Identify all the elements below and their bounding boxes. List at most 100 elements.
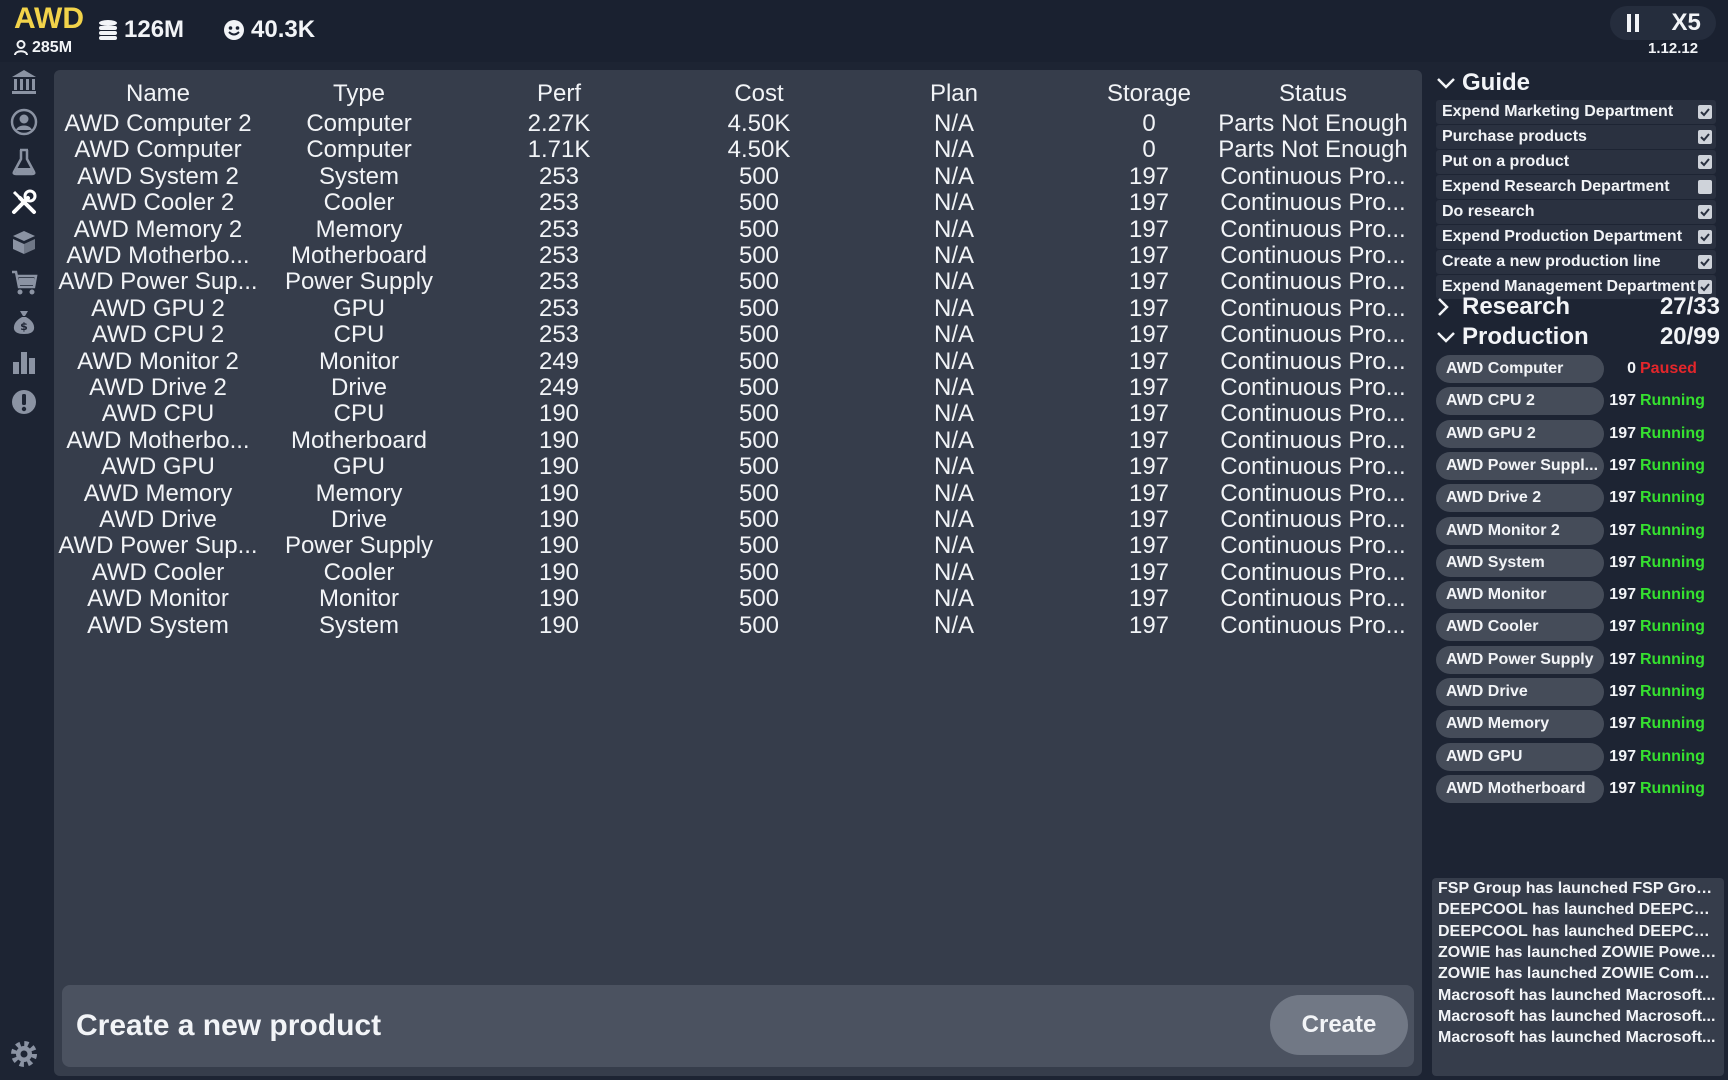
user-icon[interactable] (10, 108, 38, 136)
cell-name: AWD CPU (101, 400, 215, 428)
table-row[interactable]: AWD Monitor 2 Monitor 249 500 N/A 197 Continuo… (54, 348, 1422, 377)
production-line[interactable]: AWD Drive 2 197 Running (1436, 484, 1722, 513)
bank-icon[interactable] (10, 68, 38, 96)
cell-perf: 253 (538, 294, 580, 322)
header-storage[interactable]: Storage (1074, 80, 1224, 108)
nav-inventory[interactable] (8, 226, 40, 258)
alert-icon[interactable] (10, 388, 38, 416)
production-line[interactable]: AWD GPU 2 197 Running (1436, 419, 1722, 448)
production-line[interactable]: AWD CPU 2 197 Running (1436, 387, 1722, 416)
nav-bank[interactable] (8, 66, 40, 98)
production-line-status: Running (1640, 456, 1705, 474)
cell-status: Continuous Pro... (1220, 479, 1406, 507)
table-row[interactable]: AWD GPU GPU 190 500 N/A 197 Continuous Pro... (54, 453, 1422, 482)
table-row[interactable]: AWD Cooler Cooler 190 500 N/A 197 Continuous P… (54, 559, 1422, 588)
table-row[interactable]: AWD CPU CPU 190 500 N/A 197 Continuous Pro... (54, 400, 1422, 429)
table-row[interactable]: AWD Power Sup... Power Supply 253 500 N/A 197… (54, 268, 1422, 297)
cell-storage: 197 (1128, 585, 1170, 613)
create-button[interactable]: Create (1270, 995, 1408, 1055)
cell-status: Continuous Pro... (1220, 585, 1406, 613)
nav-alerts[interactable] (8, 386, 40, 418)
cell-storage: 197 (1128, 479, 1170, 507)
production-line-count: 197 (1609, 521, 1636, 539)
nav-finance[interactable]: $ (8, 306, 40, 338)
table-row[interactable]: AWD Computer 2 Computer 2.27K 4.50K N/A 0 Part… (54, 110, 1422, 139)
table-row[interactable]: AWD Drive Drive 190 500 N/A 197 Continuous Pro… (54, 506, 1422, 535)
table-row[interactable]: AWD System System 190 500 N/A 197 Continuous P… (54, 612, 1422, 641)
nav-user[interactable] (8, 106, 40, 138)
production-line[interactable]: AWD Motherboard 197 Running (1436, 774, 1722, 803)
table-row[interactable]: AWD Cooler 2 Cooler 253 500 N/A 197 Continuous… (54, 189, 1422, 218)
create-product-title: Create a new product (76, 1009, 382, 1042)
header-name[interactable]: Name (56, 80, 260, 108)
production-line[interactable]: AWD Power Supply 197 Running (1436, 645, 1722, 674)
production-line-name: AWD Power Suppl... (1436, 451, 1604, 480)
table-row[interactable]: AWD Motherbo... Motherboard 253 500 N/A 197 Co… (54, 242, 1422, 271)
production-line[interactable]: AWD Cooler 197 Running (1436, 613, 1722, 642)
cell-cost: 500 (738, 242, 780, 269)
production-line[interactable]: AWD Monitor 2 197 Running (1436, 516, 1722, 545)
header-status[interactable]: Status (1216, 80, 1410, 108)
cell-cost: 500 (738, 532, 780, 560)
table-row[interactable]: AWD Memory Memory 190 500 N/A 197 Continuous P… (54, 480, 1422, 509)
cell-plan: N/A (933, 242, 974, 269)
table-row[interactable]: AWD Computer Computer 1.71K 4.50K N/A 0 Parts … (54, 136, 1422, 165)
table-row[interactable]: AWD Power Sup... Power Supply 190 500 N/A 197… (54, 532, 1422, 561)
coins-icon (99, 20, 117, 40)
nav-research[interactable] (8, 146, 40, 178)
cell-storage: 197 (1128, 189, 1170, 217)
table-row[interactable]: AWD Memory 2 Memory 253 500 N/A 197 Continuous… (54, 216, 1422, 245)
table-row[interactable]: AWD Motherbo... Motherboard 190 500 N/A 197 Co… (54, 427, 1422, 456)
speed-control[interactable]: X5 (1610, 6, 1716, 40)
production-line[interactable]: AWD System 197 Running (1436, 548, 1722, 577)
production-line[interactable]: AWD Drive 197 Running (1436, 678, 1722, 706)
nav-stats[interactable] (8, 346, 40, 378)
news-item: ZOWIE has launched ZOWIE Compu... (1438, 965, 1718, 983)
production-line-status: Running (1640, 424, 1705, 442)
money-bag-icon[interactable]: $ (10, 308, 38, 336)
cell-status: Continuous Pro... (1220, 374, 1406, 401)
production-line[interactable]: AWD GPU 197 Running (1436, 742, 1722, 771)
production-line[interactable]: AWD Memory 197 Running (1436, 710, 1722, 739)
production-line-name: AWD Drive 2 (1436, 484, 1604, 513)
news-item: FSP Group has launched FSP Group... (1438, 880, 1718, 897)
table-row[interactable]: AWD System 2 System 253 500 N/A 197 Continuous… (54, 163, 1422, 192)
cell-perf: 190 (538, 611, 580, 639)
header-type[interactable]: Type (264, 80, 454, 108)
production-line[interactable]: AWD Monitor 197 Running (1436, 581, 1722, 610)
header-perf[interactable]: Perf (484, 80, 634, 108)
tools-icon[interactable] (10, 188, 38, 216)
table-header: Name Type Perf Cost Plan Storage Status (54, 80, 1422, 110)
table-row[interactable]: AWD CPU 2 CPU 253 500 N/A 197 Continuous Pro..… (54, 321, 1422, 350)
settings-button[interactable] (8, 1038, 40, 1070)
production-line-name: AWD Cooler (1436, 613, 1604, 642)
nav-production[interactable] (8, 186, 40, 218)
chart-icon[interactable] (10, 348, 38, 376)
cell-status: Parts Not Enough (1218, 136, 1408, 164)
cell-plan: N/A (933, 479, 974, 507)
header-cost[interactable]: Cost (684, 80, 834, 108)
smiley-icon (224, 20, 244, 40)
table-row[interactable]: AWD Drive 2 Drive 249 500 N/A 197 Continuous P… (54, 374, 1422, 403)
cell-plan: N/A (933, 136, 974, 164)
cell-name: AWD Monitor 2 (77, 347, 239, 375)
cell-plan: N/A (933, 110, 974, 137)
flask-icon[interactable] (10, 148, 38, 176)
cart-icon[interactable] (10, 268, 38, 296)
cell-perf: 2.27K (527, 110, 591, 137)
cell-plan: N/A (933, 426, 974, 454)
table-row[interactable]: AWD GPU 2 GPU 253 500 N/A 197 Continuous Pro..… (54, 295, 1422, 324)
speed-value[interactable]: X5 (1671, 9, 1700, 37)
boxes-icon[interactable] (10, 228, 38, 256)
pause-icon[interactable] (1625, 13, 1641, 33)
cell-status: Continuous Pro... (1220, 558, 1406, 586)
header-plan[interactable]: Plan (879, 80, 1029, 108)
cell-plan: N/A (933, 321, 974, 349)
cell-storage: 197 (1128, 215, 1170, 243)
table-row[interactable]: AWD Monitor Monitor 190 500 N/A 197 Continuous… (54, 585, 1422, 614)
production-line[interactable]: AWD Computer 0 Paused (1436, 355, 1722, 383)
production-line[interactable]: AWD Power Suppl... 197 Running (1436, 451, 1722, 480)
cell-status: Continuous Pro... (1220, 532, 1406, 560)
nav-market[interactable] (8, 266, 40, 298)
gear-icon[interactable] (8, 1038, 40, 1070)
